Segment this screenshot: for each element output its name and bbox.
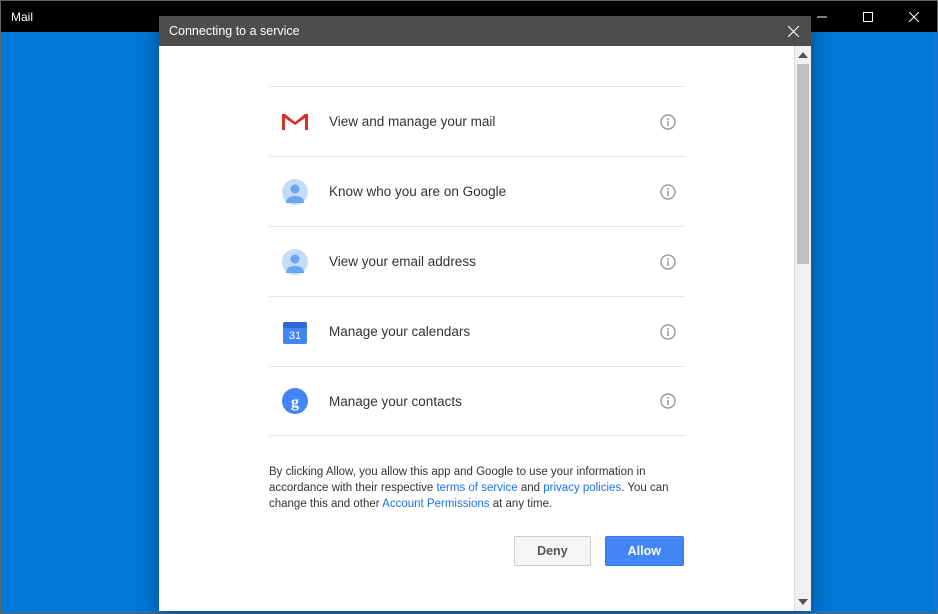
permission-row: View and manage your mail — [269, 86, 684, 156]
window-controls — [799, 1, 937, 32]
disclosure-and: and — [518, 482, 544, 494]
permission-label: Manage your contacts — [329, 394, 660, 409]
svg-text:31: 31 — [289, 330, 301, 342]
permission-row: 31 Manage your calendars — [269, 296, 684, 366]
maximize-button[interactable] — [845, 1, 891, 32]
info-icon[interactable] — [660, 393, 676, 409]
disclosure-text: By clicking Allow, you allow this app an… — [269, 464, 684, 512]
info-icon[interactable] — [660, 184, 676, 200]
permission-label: Know who you are on Google — [329, 184, 660, 199]
scroll-up-arrow[interactable] — [795, 46, 811, 64]
user-icon — [281, 178, 309, 206]
dialog-buttons: Deny Allow — [269, 536, 684, 566]
user-icon — [281, 248, 309, 276]
dialog-content: View and manage your mail Know who you a… — [159, 46, 811, 611]
content-inner: View and manage your mail Know who you a… — [159, 46, 794, 611]
permission-label: Manage your calendars — [329, 324, 660, 339]
permissions-list: View and manage your mail Know who you a… — [269, 86, 684, 436]
scroll-track[interactable] — [795, 64, 811, 593]
contacts-icon: g — [281, 387, 309, 415]
app-body: Connecting to a service View and manage … — [1, 32, 937, 613]
permission-row: g Manage your contacts — [269, 366, 684, 436]
account-permissions-link[interactable]: Account Permissions — [382, 498, 489, 510]
calendar-icon: 31 — [281, 318, 309, 346]
svg-text:g: g — [291, 394, 299, 411]
gmail-icon — [281, 108, 309, 136]
scrollbar[interactable] — [794, 46, 811, 611]
dialog-header: Connecting to a service — [159, 16, 811, 46]
terms-of-service-link[interactable]: terms of service — [436, 482, 517, 494]
close-window-button[interactable] — [891, 1, 937, 32]
permission-label: View your email address — [329, 254, 660, 269]
deny-button[interactable]: Deny — [514, 536, 591, 566]
privacy-policies-link[interactable]: privacy policies — [543, 482, 621, 494]
mail-window: Mail Connecting to a service — [0, 0, 938, 614]
disclosure-suffix: at any time. — [490, 498, 553, 510]
info-icon[interactable] — [660, 324, 676, 340]
permission-row: View your email address — [269, 226, 684, 296]
dialog-close-button[interactable] — [783, 21, 803, 41]
scroll-down-arrow[interactable] — [795, 593, 811, 611]
dialog-title: Connecting to a service — [169, 24, 783, 38]
permission-row: Know who you are on Google — [269, 156, 684, 226]
allow-button[interactable]: Allow — [605, 536, 684, 566]
info-icon[interactable] — [660, 114, 676, 130]
connect-service-dialog: Connecting to a service View and manage … — [159, 16, 811, 611]
permission-label: View and manage your mail — [329, 114, 660, 129]
info-icon[interactable] — [660, 254, 676, 270]
scroll-thumb[interactable] — [797, 64, 809, 264]
